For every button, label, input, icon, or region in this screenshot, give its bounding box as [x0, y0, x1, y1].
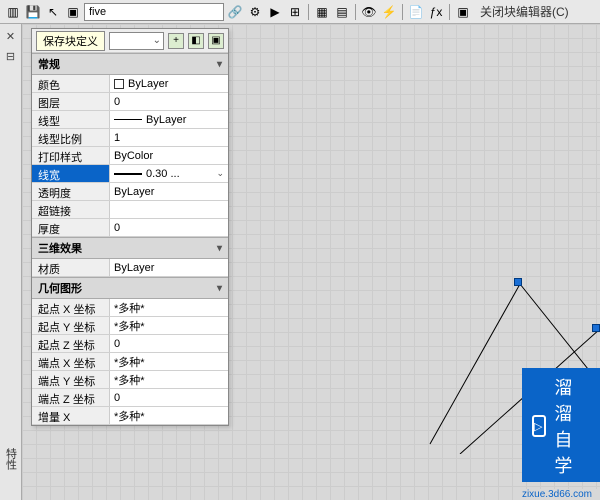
block-editor-toolbar: ▥ 💾 ↖ ▣ 🔗 ⚙ ▶ ⊞ ▦ ▤ 👁 ⚡ 📄 ƒx ▣ 关闭块编辑器(C): [0, 0, 600, 24]
row-starty[interactable]: 起点 Y 坐标 *多种*: [32, 317, 228, 335]
row-hyperlink[interactable]: 超链接: [32, 201, 228, 219]
select-objects-icon[interactable]: ◧: [188, 33, 204, 49]
watermark-url: zixue.3d66.com: [522, 489, 600, 500]
collapse-icon[interactable]: ▾: [217, 283, 222, 294]
watermark-text: 溜溜自学: [554, 374, 586, 478]
constraint-icon[interactable]: ⊞: [286, 3, 304, 21]
left-tool-rail: ✕ ⊟ 特性: [0, 24, 22, 500]
row-layer[interactable]: 图层 0: [32, 93, 228, 111]
close-editor-label[interactable]: 关闭块编辑器(C): [480, 3, 569, 20]
linetype-sample-icon: [114, 119, 142, 120]
section-general-title: 常规: [38, 56, 60, 72]
save-block-tooltip: 保存块定义: [36, 31, 105, 51]
save-block-icon[interactable]: 💾: [24, 3, 42, 21]
section-geometry-title: 几何图形: [38, 280, 82, 296]
row-thickness[interactable]: 厚度 0: [32, 219, 228, 237]
row-deltax[interactable]: 增量 X *多种*: [32, 407, 228, 425]
attach-icon[interactable]: 🔗: [226, 3, 244, 21]
drawing-canvas[interactable]: 保存块定义 ⌄ + ◧ ▣ 常规 ▾ 颜色 ByLayer 图层 0 线型 By: [22, 24, 600, 500]
row-lineweight[interactable]: 线宽 0.30 ...⌄: [32, 165, 228, 183]
action-icon[interactable]: ▶: [266, 3, 284, 21]
chevron-down-icon: ⌄: [153, 35, 161, 46]
properties-panel: 保存块定义 ⌄ + ◧ ▣ 常规 ▾ 颜色 ByLayer 图层 0 线型 By: [31, 28, 229, 426]
grip-handle[interactable]: [592, 324, 600, 332]
section-visual3d[interactable]: 三维效果 ▾: [32, 237, 228, 259]
collapse-icon[interactable]: ▾: [217, 59, 222, 70]
section-geometry[interactable]: 几何图形 ▾: [32, 277, 228, 299]
section-visual3d-title: 三维效果: [38, 240, 82, 256]
row-material[interactable]: 材质 ByLayer: [32, 259, 228, 277]
param-icon[interactable]: ⚙: [246, 3, 264, 21]
grid-icon[interactable]: ▤: [333, 3, 351, 21]
cursor-icon[interactable]: ↖: [44, 3, 62, 21]
row-linetype[interactable]: 线型 ByLayer: [32, 111, 228, 129]
row-startz[interactable]: 起点 Z 坐标 0: [32, 335, 228, 353]
lineweight-sample-icon: [114, 173, 142, 175]
toggle-pickstyle-icon[interactable]: ▣: [208, 33, 224, 49]
lightning-icon[interactable]: ⚡: [380, 3, 398, 21]
vis-icon[interactable]: 👁: [360, 3, 378, 21]
collapse-icon[interactable]: ▾: [217, 243, 222, 254]
rail-label: 特性: [3, 448, 19, 470]
section-general[interactable]: 常规 ▾: [32, 53, 228, 75]
rail-pin-icon[interactable]: ⊟: [3, 48, 19, 64]
doc-icon[interactable]: 📄: [407, 3, 425, 21]
color-swatch-icon: [114, 79, 124, 89]
table-icon[interactable]: ▦: [313, 3, 331, 21]
fx-icon[interactable]: ƒx: [427, 3, 445, 21]
row-ltscale[interactable]: 线型比例 1: [32, 129, 228, 147]
block-name-input[interactable]: [84, 3, 224, 21]
watermark: ▷ 溜溜自学 zixue.3d66.com: [522, 489, 600, 500]
row-endz[interactable]: 端点 Z 坐标 0: [32, 389, 228, 407]
rail-close-icon[interactable]: ✕: [3, 28, 19, 44]
quick-select-icon[interactable]: +: [168, 33, 184, 49]
selection-dropdown[interactable]: ⌄: [109, 32, 164, 50]
play-icon: ▷: [532, 415, 546, 437]
chevron-down-icon[interactable]: ⌄: [216, 168, 224, 179]
row-transparency[interactable]: 透明度 ByLayer: [32, 183, 228, 201]
close-editor-icon[interactable]: ▣: [454, 3, 472, 21]
panel-header: 保存块定义 ⌄ + ◧ ▣: [32, 29, 228, 53]
row-endx[interactable]: 端点 X 坐标 *多种*: [32, 353, 228, 371]
open-block-icon[interactable]: ▥: [4, 3, 22, 21]
grip-handle[interactable]: [514, 278, 522, 286]
block-icon[interactable]: ▣: [64, 3, 82, 21]
row-startx[interactable]: 起点 X 坐标 *多种*: [32, 299, 228, 317]
row-color[interactable]: 颜色 ByLayer: [32, 75, 228, 93]
row-plotstyle[interactable]: 打印样式 ByColor: [32, 147, 228, 165]
row-endy[interactable]: 端点 Y 坐标 *多种*: [32, 371, 228, 389]
